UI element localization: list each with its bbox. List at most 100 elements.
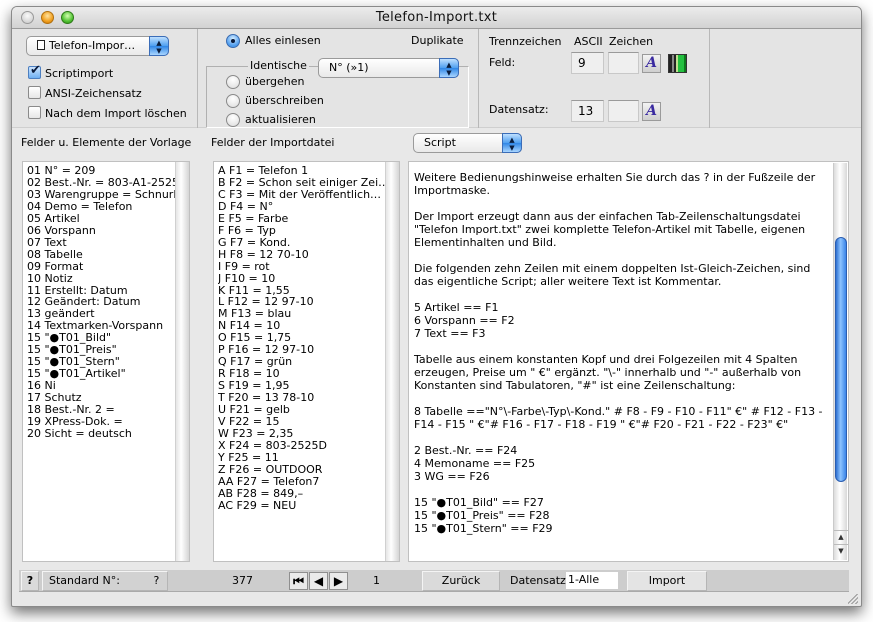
template-field-item[interactable]: 01 N° = 209 [27, 165, 189, 177]
scroll-down-arrow-icon[interactable]: ▼ [834, 544, 848, 557]
scriptimport-label: Scriptimport [45, 67, 114, 80]
scrollbar-thumb[interactable] [835, 237, 847, 482]
resize-grip-icon[interactable] [848, 594, 858, 604]
import-field-item[interactable]: V F22 = 15 [218, 416, 399, 428]
template-field-item[interactable]: 13 geändert [27, 308, 189, 320]
update-radio[interactable] [226, 113, 240, 127]
mode-popup[interactable]: Script ▲ ▼ [413, 133, 522, 153]
template-fields-scrollbar[interactable] [175, 162, 189, 561]
template-popup-value: Telefon-Impor… [49, 39, 136, 52]
template-popup[interactable]: Telefon-Impor… ▲ ▼ [26, 36, 169, 56]
import-field-item[interactable]: AC F29 = NEU [218, 500, 399, 512]
template-field-item[interactable]: 18 Best.-Nr. 2 = [27, 404, 189, 416]
next-record-icon[interactable]: ▶ [329, 572, 348, 590]
import-field-item[interactable]: E F5 = Farbe [218, 213, 399, 225]
import-field-item[interactable]: Q F17 = grün [218, 356, 399, 368]
import-field-item[interactable]: A F1 = Telefon 1 [218, 165, 399, 177]
import-field-item[interactable]: P F16 = 12 97-10 [218, 344, 399, 356]
overwrite-radio[interactable] [226, 94, 240, 108]
record-ascii-input[interactable]: 13 [571, 100, 604, 122]
import-field-item[interactable]: B F2 = Schon seit einiger Zei… [218, 177, 399, 189]
import-field-item[interactable]: L F12 = 12 97-10 [218, 296, 399, 308]
import-field-item[interactable]: O F15 = 1,75 [218, 332, 399, 344]
template-field-item[interactable]: 17 Schutz [27, 392, 189, 404]
template-field-item[interactable]: 05 Artikel [27, 213, 189, 225]
script-text[interactable]: Weitere Bedienungshinweise erhalten Sie … [414, 171, 829, 535]
record-range-input[interactable]: 1-Alle [566, 572, 618, 589]
template-field-item[interactable]: 20 Sicht = deutsch [27, 428, 189, 440]
field-char-input[interactable] [608, 52, 639, 74]
previous-record-icon[interactable]: ◀ [309, 572, 328, 590]
title-bar[interactable]: Telefon-Import.txt [12, 7, 861, 29]
help-button[interactable]: ? [21, 571, 39, 591]
template-field-item[interactable]: 15 "●T01_Preis" [27, 344, 189, 356]
import-field-item[interactable]: N F14 = 10 [218, 320, 399, 332]
record-range-label: Datensatz: [510, 574, 570, 587]
divider [478, 29, 479, 128]
record-char-input[interactable] [608, 100, 639, 122]
template-field-item[interactable]: 15 "●T01_Stern" [27, 356, 189, 368]
import-field-item[interactable]: C F3 = Mit der Veröffentlich… [218, 189, 399, 201]
template-fields-list[interactable]: 01 N° = 209 02 Best.-Nr. = 803-A1-2525 03 … [22, 161, 190, 562]
template-field-item[interactable]: 11 Erstellt: Datum [27, 285, 189, 297]
template-field-item[interactable]: 08 Tabelle [27, 249, 189, 261]
scriptimport-checkbox[interactable] [28, 63, 41, 79]
standard-number-field[interactable]: Standard N°: ? [42, 571, 168, 591]
template-field-item[interactable]: 19 XPress-Dok. = [27, 416, 189, 428]
script-paragraph: Die folgenden zehn Zeilen mit einem dopp… [414, 262, 811, 288]
import-field-item[interactable]: M F13 = blau [218, 308, 399, 320]
import-field-item[interactable]: W F23 = 2,35 [218, 428, 399, 440]
template-field-item[interactable]: 04 Demo = Telefon [27, 201, 189, 213]
script-line: 5 Artikel == F1 [414, 301, 499, 314]
import-field-item[interactable]: Z F26 = OUTDOOR [218, 464, 399, 476]
field-char-picker-button[interactable]: A [642, 54, 661, 73]
import-button[interactable]: Import [627, 571, 707, 591]
import-field-item[interactable]: I F9 = rot [218, 261, 399, 273]
field-ascii-input[interactable]: 9 [571, 52, 604, 74]
duplicates-popup[interactable]: N° (»1) ▲ ▼ [318, 58, 459, 78]
template-field-item[interactable]: 07 Text [27, 237, 189, 249]
import-fields-scrollbar[interactable] [385, 162, 399, 561]
first-record-icon[interactable]: ⏮ [289, 572, 308, 590]
duplicates-label: Duplikate [411, 34, 464, 47]
standard-number-label: Standard N°: [49, 574, 120, 587]
import-field-item[interactable]: T F20 = 13 78-10 [218, 392, 399, 404]
import-field-item[interactable]: Y F25 = 11 [218, 452, 399, 464]
template-field-item[interactable]: 09 Format [27, 261, 189, 273]
template-field-item[interactable]: 03 Warengruppe = Schnurlos [27, 189, 189, 201]
import-field-item[interactable]: U F21 = gelb [218, 404, 399, 416]
import-fields-heading: Felder der Importdatei [211, 136, 335, 149]
record-char-picker-button[interactable]: A [642, 102, 661, 121]
import-field-item[interactable]: K F11 = 1,55 [218, 285, 399, 297]
template-field-item[interactable]: 02 Best.-Nr. = 803-A1-2525 [27, 177, 189, 189]
apply-separator-button[interactable] [668, 54, 687, 73]
import-field-item[interactable]: F F6 = Typ [218, 225, 399, 237]
import-field-item[interactable]: X F24 = 803-2525D [218, 440, 399, 452]
template-field-item[interactable]: 14 Textmarken-Vorspann [27, 320, 189, 332]
import-field-item[interactable]: J F10 = 10 [218, 273, 399, 285]
delete-after-import-checkbox[interactable] [28, 106, 41, 119]
back-button[interactable]: Zurück [422, 571, 500, 591]
import-field-item[interactable]: S F19 = 1,95 [218, 380, 399, 392]
template-field-item[interactable]: 10 Notiz [27, 273, 189, 285]
import-window: Telefon-Import.txt Telefon-Impor… ▲▼ Scr… [11, 6, 862, 607]
ansi-checkbox[interactable] [28, 86, 41, 99]
skip-radio[interactable] [226, 75, 240, 89]
read-all-radio[interactable] [226, 34, 240, 48]
template-field-item[interactable]: 06 Vorspann [27, 225, 189, 237]
import-field-item[interactable]: H F8 = 12 70-10 [218, 249, 399, 261]
import-field-item[interactable]: AB F28 = 849,– [218, 488, 399, 500]
import-field-item[interactable]: AA F27 = Telefon7 [218, 476, 399, 488]
template-field-item[interactable]: 15 "●T01_Artikel" [27, 368, 189, 380]
template-field-item[interactable]: 16 Ni [27, 380, 189, 392]
import-field-item[interactable]: D F4 = N° [218, 201, 399, 213]
import-fields-list[interactable]: A F1 = Telefon 1B F2 = Schon seit einige… [213, 161, 400, 562]
scroll-up-arrow-icon[interactable]: ▲ [834, 530, 848, 543]
script-editor[interactable]: Weitere Bedienungshinweise erhalten Sie … [408, 161, 849, 562]
template-field-item[interactable]: 12 Geändert: Datum [27, 296, 189, 308]
script-line: 15 "●T01_Stern" == F29 [414, 522, 553, 535]
import-field-item[interactable]: R F18 = 10 [218, 368, 399, 380]
import-field-item[interactable]: G F7 = Kond. [218, 237, 399, 249]
template-field-item[interactable]: 15 "●T01_Bild" [27, 332, 189, 344]
script-scrollbar[interactable]: ▲ ▼ [833, 163, 848, 560]
